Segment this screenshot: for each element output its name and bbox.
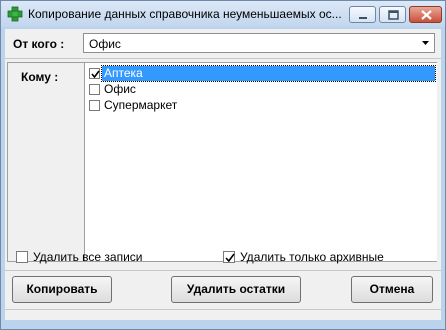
checkmark-icon xyxy=(225,253,235,263)
checkmark-icon xyxy=(91,70,100,79)
divider xyxy=(5,270,441,271)
list-item-checkbox[interactable] xyxy=(89,84,100,95)
to-panel: Кому : Аптека Офис Супермаркет xyxy=(7,62,437,262)
from-select[interactable]: Офис xyxy=(83,33,435,53)
delete-all-checkbox[interactable] xyxy=(16,251,28,263)
delete-remains-button[interactable]: Удалить остатки xyxy=(171,276,301,303)
list-item-label: Аптека xyxy=(104,66,143,80)
selection-highlight xyxy=(101,65,436,82)
green-cross-icon xyxy=(7,6,23,22)
delete-archived-label: Удалить только архивные xyxy=(240,250,384,264)
window-title: Копирование данных справочника неуменьша… xyxy=(28,7,342,21)
maximize-button[interactable] xyxy=(379,6,406,23)
delete-archived-checkbox[interactable] xyxy=(223,251,235,263)
list-item[interactable]: Офис xyxy=(87,82,435,97)
maximize-icon xyxy=(388,10,399,20)
close-icon xyxy=(421,10,432,20)
list-item-label: Офис xyxy=(104,82,136,96)
list-item-checkbox[interactable] xyxy=(89,68,100,79)
dialog-body: От кого : Офис Кому : Аптека Офис Суперм… xyxy=(5,29,441,320)
to-label: Кому : xyxy=(21,70,59,84)
status-bar xyxy=(5,309,441,320)
title-bar[interactable]: Копирование данных справочника неуменьша… xyxy=(1,1,445,27)
chevron-down-icon[interactable] xyxy=(418,35,433,51)
copy-button[interactable]: Копировать xyxy=(12,276,112,303)
list-item-checkbox[interactable] xyxy=(89,100,100,111)
list-item[interactable]: Супермаркет xyxy=(87,98,435,113)
recipients-list[interactable]: Аптека Офис Супермаркет xyxy=(84,63,437,261)
from-select-value: Офис xyxy=(89,37,121,51)
minimize-icon xyxy=(359,17,367,19)
close-button[interactable] xyxy=(409,6,442,23)
delete-all-label: Удалить все записи xyxy=(33,250,143,264)
minimize-button[interactable] xyxy=(349,6,376,23)
list-item[interactable]: Аптека xyxy=(87,65,436,82)
dialog-window: Копирование данных справочника неуменьша… xyxy=(0,0,446,330)
cancel-button[interactable]: Отмена xyxy=(351,276,433,303)
list-item-label: Супермаркет xyxy=(104,98,178,112)
divider xyxy=(5,58,441,59)
from-label: От кого : xyxy=(13,37,65,51)
